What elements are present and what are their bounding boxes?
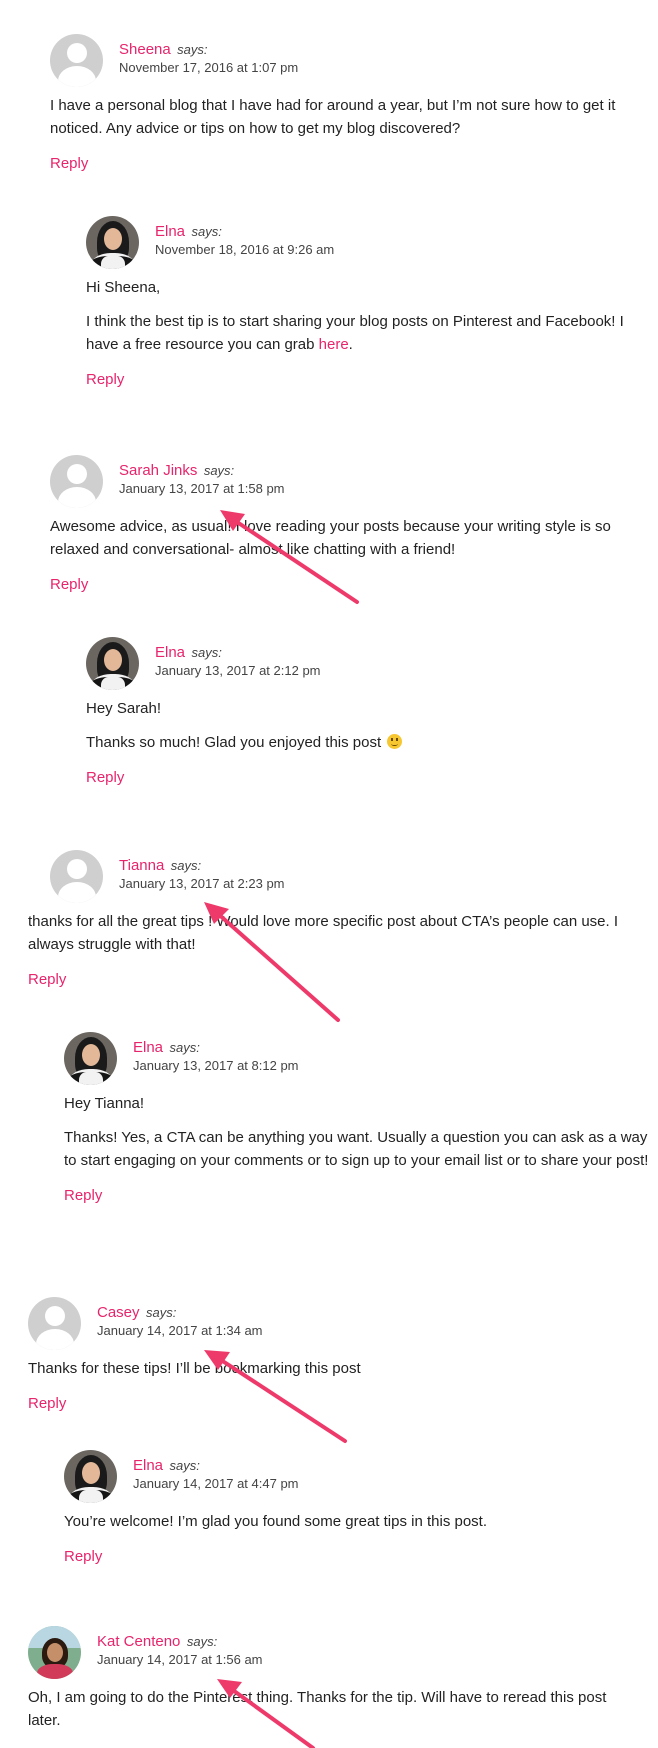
comment-date[interactable]: January 13, 2017 at 8:12 pm [133,1058,299,1073]
says-label: says: [169,1458,200,1473]
reply-link[interactable]: Reply [86,766,656,789]
reply-link[interactable]: Reply [50,152,640,175]
comment-body: You’re welcome! I’m glad you found some … [64,1510,654,1568]
comment-meta: Sheena says: [119,41,208,59]
comment-meta: Elna says: [155,644,222,662]
elna-avatar [64,1450,117,1503]
comment-body: Oh, I am going to do the Pinterest thing… [28,1686,628,1743]
author-name[interactable]: Sarah Jinks [119,462,197,479]
says-label: says: [191,645,222,660]
comment-body: I have a personal blog that I have had f… [50,94,640,175]
says-label: says: [170,858,202,873]
default-avatar-icon [50,34,103,87]
says-label: says: [177,42,208,57]
comment-text: thanks for all the great tips ! Would lo… [28,913,619,953]
comment-date[interactable]: November 17, 2016 at 1:07 pm [119,60,298,75]
reply-link[interactable]: Reply [64,1184,654,1207]
says-label: says: [203,463,235,478]
author-name[interactable]: Elna [155,223,185,240]
comment-text-end: . [348,336,353,353]
author-name[interactable]: Elna [155,644,185,661]
reply-link[interactable]: Reply [50,573,640,596]
says-label: says: [191,224,222,239]
comment-meta: Elna says: [133,1039,200,1057]
comment-text: I have a personal blog that I have had f… [50,97,616,137]
comment-meta: Tianna says: [119,857,201,875]
elna-avatar [64,1032,117,1085]
kat-avatar [28,1626,81,1679]
comment-text-part: Thanks so much! Glad you enjoyed this po… [86,734,382,751]
comment-meta: Elna says: [133,1457,200,1475]
says-label: says: [145,1305,177,1320]
comment-date[interactable]: January 14, 2017 at 1:56 am [97,1652,263,1667]
smiley-icon [387,734,403,749]
comment-text: Thanks so much! Glad you enjoyed this po… [86,731,656,754]
author-name[interactable]: Elna [133,1457,163,1474]
comment-text: Awesome advice, as usual! I love reading… [50,518,611,558]
comment-body: Thanks for these tips! I’ll be bookmarki… [28,1357,628,1415]
comment-meta: Sarah Jinks says: [119,462,234,480]
comment-meta: Elna says: [155,223,222,241]
comment-text: I think the best tip is to start sharing… [86,310,656,356]
reply-link[interactable]: Reply [64,1545,654,1568]
comment-date[interactable]: January 13, 2017 at 1:58 pm [119,481,285,496]
author-name[interactable]: Kat Centeno [97,1633,180,1650]
comment-body: Awesome advice, as usual! I love reading… [50,515,640,596]
comment-meta: Kat Centeno says: [97,1633,217,1651]
comment-date[interactable]: January 14, 2017 at 4:47 pm [133,1476,299,1491]
comment-text: You’re welcome! I’m glad you found some … [64,1513,488,1530]
here-link[interactable]: here [319,336,349,353]
comment-date[interactable]: January 14, 2017 at 1:34 am [97,1323,263,1338]
comment-date[interactable]: November 18, 2016 at 9:26 am [155,242,334,257]
comment-body: Hey Tianna! Thanks! Yes, a CTA can be an… [64,1092,654,1207]
comment-meta: Casey says: [97,1304,176,1322]
reply-link[interactable]: Reply [28,1392,628,1415]
comment-text: Oh, I am going to do the Pinterest thing… [28,1689,607,1729]
comment-date[interactable]: January 13, 2017 at 2:12 pm [155,663,321,678]
default-avatar-icon [50,455,103,508]
comment-text: Hi Sheena, [86,279,161,296]
comment-body: Hi Sheena, I think the best tip is to st… [86,276,656,391]
comment-body: Hey Sarah! Thanks so much! Glad you enjo… [86,697,656,789]
elna-avatar [86,637,139,690]
comment-body: thanks for all the great tips ! Would lo… [28,910,640,991]
comment-text: Hey Sarah! [86,700,162,717]
author-name[interactable]: Elna [133,1039,163,1056]
author-name[interactable]: Casey [97,1304,140,1321]
comment-text: Hey Tianna! [64,1095,145,1112]
default-avatar-icon [28,1297,81,1350]
elna-avatar [86,216,139,269]
says-label: says: [169,1040,200,1055]
reply-link[interactable]: Reply [86,368,656,391]
says-label: says: [186,1634,218,1649]
comment-text: Thanks! Yes, a CTA can be anything you w… [64,1129,649,1169]
comment-text-part: I think the best tip is to start sharing… [86,313,624,353]
comment-text: Thanks for these tips! I’ll be bookmarki… [28,1360,361,1377]
reply-link[interactable]: Reply [28,968,640,991]
author-name[interactable]: Sheena [119,41,171,58]
author-name[interactable]: Tianna [119,857,164,874]
comment-date[interactable]: January 13, 2017 at 2:23 pm [119,876,285,891]
default-avatar-icon [50,850,103,903]
